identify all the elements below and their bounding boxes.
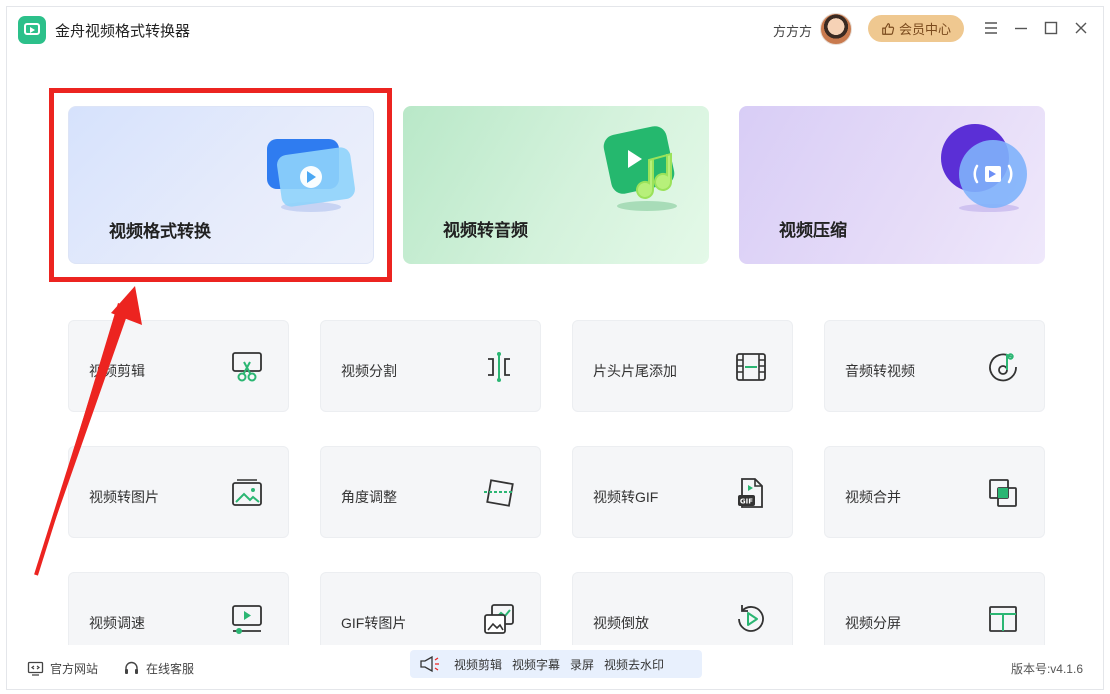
app-window: 金舟视频格式转换器 方方方 会员中心 视频格式转换 视频转音频 视频压缩 视频剪… (6, 6, 1104, 690)
card-label: 视频转音频 (443, 221, 528, 240)
quick-links-bar: 视频剪辑 视频字幕 录屏 视频去水印 (410, 650, 702, 678)
app-title: 金舟视频格式转换器 (55, 23, 191, 40)
tile-label: 视频调速 (89, 615, 145, 631)
tile-video-edit[interactable]: 视频剪辑 (68, 320, 289, 412)
tile-label: 视频分屏 (845, 615, 901, 631)
vip-label: 会员中心 (898, 22, 951, 37)
tile-video-to-image[interactable]: 视频转图片 (68, 446, 289, 538)
user-name[interactable]: 方方方 (773, 21, 812, 40)
quick-link-watermark-remove[interactable]: 视频去水印 (604, 656, 664, 673)
official-website-label: 官方网站 (50, 662, 99, 676)
app-logo-icon (18, 16, 46, 44)
monitor-code-icon (27, 661, 44, 676)
tile-label: 角度调整 (341, 489, 397, 505)
title-bar: 金舟视频格式转换器 方方方 会员中心 (7, 7, 1103, 51)
headset-icon (125, 661, 138, 674)
split-screen-icon (986, 602, 1020, 636)
card-label: 视频格式转换 (109, 222, 211, 241)
tile-label: 视频合并 (845, 489, 901, 505)
online-support-label: 在线客服 (146, 662, 195, 676)
rotate-frame-icon (482, 476, 516, 510)
quick-link-screen-record[interactable]: 录屏 (570, 656, 594, 673)
tile-angle-adjust[interactable]: 角度调整 (320, 446, 541, 538)
tile-audio-to-video[interactable]: 音频转视频 (824, 320, 1045, 412)
official-website-link[interactable]: 官方网站 (27, 660, 98, 677)
online-support-link[interactable]: 在线客服 (123, 660, 194, 677)
video-compress-icon (941, 124, 1027, 212)
card-video-compress[interactable]: 视频压缩 (739, 106, 1045, 264)
card-label: 视频压缩 (779, 221, 847, 240)
reverse-play-icon (734, 602, 768, 636)
menu-icon[interactable] (982, 19, 1000, 37)
video-to-audio-icon (603, 126, 677, 211)
split-icon (482, 350, 516, 384)
quick-link-subtitles[interactable]: 视频字幕 (512, 656, 560, 673)
tile-label: 视频剪辑 (89, 363, 145, 379)
video-convert-icon (267, 139, 355, 212)
gif-file-icon: GIF (734, 476, 768, 510)
card-video-format-convert[interactable]: 视频格式转换 (68, 106, 374, 264)
tile-label: GIF转图片 (341, 615, 407, 631)
tile-intro-outro[interactable]: 片头片尾添加 (572, 320, 793, 412)
tile-video-split[interactable]: 视频分割 (320, 320, 541, 412)
film-icon (734, 350, 768, 384)
close-icon[interactable] (1072, 19, 1090, 37)
tile-label: 音频转视频 (845, 363, 915, 379)
card-video-to-audio[interactable]: 视频转音频 (403, 106, 709, 264)
tile-label: 片头片尾添加 (593, 363, 677, 379)
vip-center-button[interactable]: 会员中心 (868, 15, 964, 42)
tile-video-merge[interactable]: 视频合并 (824, 446, 1045, 538)
thumbs-up-icon (882, 22, 895, 35)
audio-disc-icon (986, 350, 1020, 384)
avatar[interactable] (820, 13, 852, 45)
tile-video-to-gif[interactable]: 视频转GIF GIF (572, 446, 793, 538)
speed-icon (230, 602, 264, 636)
scissors-icon (230, 350, 264, 384)
megaphone-icon (420, 655, 439, 673)
tile-label: 视频倒放 (593, 615, 649, 631)
maximize-icon[interactable] (1042, 19, 1060, 37)
version-label: 版本号:v4.1.6 (1010, 662, 1083, 676)
footer-bar: 官方网站 在线客服 视频剪辑 视频字幕 录屏 视频去水印 版本号:v4.1.6 (7, 645, 1103, 689)
tile-label: 视频分割 (341, 363, 397, 379)
gif-to-image-icon (482, 602, 516, 636)
svg-text:GIF: GIF (740, 498, 753, 506)
tile-label: 视频转GIF (593, 489, 659, 505)
image-icon (230, 476, 264, 510)
minimize-icon[interactable] (1012, 19, 1030, 37)
merge-icon (986, 476, 1020, 510)
quick-link-video-edit[interactable]: 视频剪辑 (454, 656, 502, 673)
tile-label: 视频转图片 (89, 489, 159, 505)
